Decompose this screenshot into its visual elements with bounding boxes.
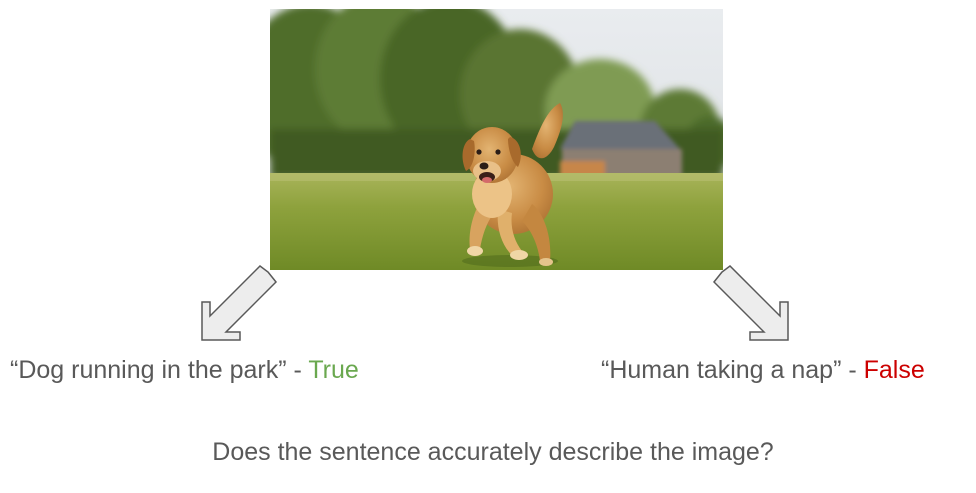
caption-false: “Human taking a nap” - False <box>601 355 925 385</box>
question-text: Does the sentence accurately describe th… <box>212 438 774 466</box>
caption-separator: - <box>286 356 309 384</box>
caption-text: “Dog running in the park” <box>10 356 287 384</box>
caption-true: “Dog running in the park” - True <box>10 355 359 385</box>
verdict-false-label: False <box>863 356 925 384</box>
caption-text: “Human taking a nap” <box>601 356 842 384</box>
caption-separator: - <box>841 356 864 384</box>
dog-park-photo <box>270 9 723 270</box>
arrow-down-right-icon <box>712 265 789 341</box>
arrow-down-left-icon <box>201 265 278 341</box>
verdict-true-label: True <box>308 356 359 384</box>
